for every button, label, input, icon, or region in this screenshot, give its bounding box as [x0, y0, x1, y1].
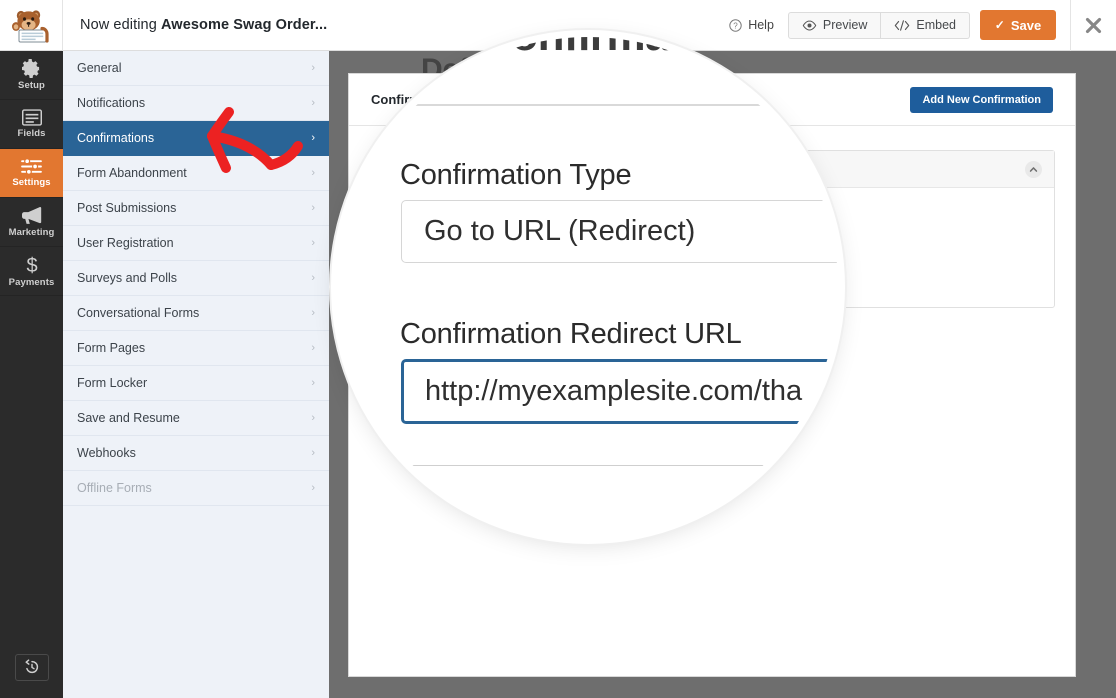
rail-label-setup: Setup [18, 81, 45, 91]
settings-item-offline-forms: Offline Forms › [63, 471, 329, 506]
settings-item-label: Form Locker [77, 376, 147, 390]
rail-item-setup[interactable]: Setup [0, 51, 63, 100]
settings-item-label: User Registration [77, 236, 174, 250]
chevron-right-icon: › [311, 483, 315, 494]
chevron-right-icon: › [311, 343, 315, 354]
rail-item-payments[interactable]: $ Payments [0, 247, 63, 296]
magnified-tab-underline [401, 104, 838, 106]
rail-bottom [0, 636, 63, 698]
rail-item-marketing[interactable]: Marketing [0, 198, 63, 247]
rail-label-marketing: Marketing [9, 228, 55, 238]
dollar-icon: $ [25, 255, 39, 275]
settings-item-notifications[interactable]: Notifications › [63, 86, 329, 121]
sliders-icon [21, 158, 42, 175]
chevron-right-icon: › [311, 308, 315, 319]
chevron-right-icon: › [311, 168, 315, 179]
settings-item-label: Offline Forms [77, 481, 152, 495]
settings-item-label: Conversational Forms [77, 306, 199, 320]
chevron-right-icon: › [311, 273, 315, 284]
wpforms-mascot-icon [9, 6, 53, 44]
chevron-right-icon: › [311, 98, 315, 109]
wpforms-form-builder: Now editing Awesome Swag Order... ? Help… [0, 0, 1116, 698]
builder-nav-rail: Setup Fields Settings [0, 51, 63, 698]
confirmation-redirect-url-input[interactable]: http://myexamplesite.com/tha [401, 359, 838, 424]
embed-label: Embed [916, 18, 956, 32]
settings-item-conversational-forms[interactable]: Conversational Forms › [63, 296, 329, 331]
settings-item-label: Surveys and Polls [77, 271, 177, 285]
settings-item-webhooks[interactable]: Webhooks › [63, 436, 329, 471]
magnified-redirect-url-label: Confirmation Redirect URL [400, 318, 742, 351]
settings-item-general[interactable]: General › [63, 51, 329, 86]
settings-item-label: Post Submissions [77, 201, 176, 215]
chevron-right-icon: › [311, 203, 315, 214]
page-title-form-name: Awesome Swag Order... [161, 17, 327, 33]
settings-item-label: Form Abandonment [77, 166, 187, 180]
check-icon: ✓ [995, 19, 1005, 31]
chevron-up-icon [1029, 165, 1038, 174]
settings-item-surveys-and-polls[interactable]: Surveys and Polls › [63, 261, 329, 296]
save-button[interactable]: ✓ Save [980, 10, 1056, 40]
revisions-button[interactable] [15, 654, 49, 681]
chevron-up-circle-icon[interactable] [1025, 161, 1042, 178]
rail-label-fields: Fields [17, 129, 45, 139]
confirmation-type-select[interactable]: Go to URL (Redirect) [401, 200, 838, 263]
chevron-right-icon: › [311, 63, 315, 74]
embed-button[interactable]: Embed [881, 12, 970, 39]
fields-icon [22, 109, 42, 126]
magnifier-lens: ult Confirmatio Confirmation Type Go to … [338, 37, 838, 537]
close-icon [1085, 17, 1102, 34]
rail-item-fields[interactable]: Fields [0, 100, 63, 149]
rail-label-payments: Payments [9, 278, 55, 288]
magnified-confirmation-type-label: Confirmation Type [400, 159, 631, 192]
settings-item-form-abandonment[interactable]: Form Abandonment › [63, 156, 329, 191]
page-title-prefix: Now editing [80, 17, 161, 33]
add-new-confirmation-button[interactable]: Add New Confirmation [910, 87, 1053, 113]
gear-icon [22, 59, 41, 78]
chevron-right-icon: › [311, 413, 315, 424]
page-title: Now editing Awesome Swag Order... [80, 17, 327, 33]
settings-item-label: General [77, 61, 121, 75]
chevron-right-icon: › [311, 378, 315, 389]
revisions-history-icon [24, 659, 40, 675]
settings-item-label: Confirmations [77, 131, 154, 145]
settings-item-label: Notifications [77, 96, 145, 110]
svg-text:$: $ [26, 255, 37, 275]
settings-item-form-pages[interactable]: Form Pages › [63, 331, 329, 366]
settings-item-label: Form Pages [77, 341, 145, 355]
settings-item-label: Save and Resume [77, 411, 180, 425]
chevron-right-icon: › [311, 448, 315, 459]
settings-item-form-locker[interactable]: Form Locker › [63, 366, 329, 401]
chevron-right-icon: › [311, 133, 315, 144]
settings-item-user-registration[interactable]: User Registration › [63, 226, 329, 261]
rail-item-settings[interactable]: Settings [0, 149, 63, 198]
rail-label-settings: Settings [12, 178, 50, 188]
preview-label: Preview [823, 18, 867, 32]
chevron-right-icon: › [311, 238, 315, 249]
help-label: Help [748, 18, 774, 32]
preview-embed-group: Preview Embed [788, 12, 970, 39]
save-label: Save [1011, 18, 1041, 33]
settings-item-confirmations[interactable]: Confirmations › [63, 121, 329, 156]
magnified-divider [401, 465, 838, 466]
magnified-page-heading: ult Confirmatio [416, 37, 721, 61]
code-brackets-icon [894, 20, 910, 31]
settings-item-save-and-resume[interactable]: Save and Resume › [63, 401, 329, 436]
megaphone-icon [21, 206, 42, 225]
svg-text:?: ? [733, 21, 738, 30]
eye-icon [802, 20, 817, 31]
wpforms-logo [0, 0, 63, 51]
settings-item-post-submissions[interactable]: Post Submissions › [63, 191, 329, 226]
close-builder-button[interactable] [1071, 0, 1116, 51]
settings-menu: General›Notifications›Confirmations›Form… [63, 51, 329, 698]
settings-item-label: Webhooks [77, 446, 136, 460]
help-circle-icon: ? [729, 19, 742, 32]
magnifier-content: ult Confirmatio Confirmation Type Go to … [338, 37, 838, 537]
preview-button[interactable]: Preview [788, 12, 881, 39]
